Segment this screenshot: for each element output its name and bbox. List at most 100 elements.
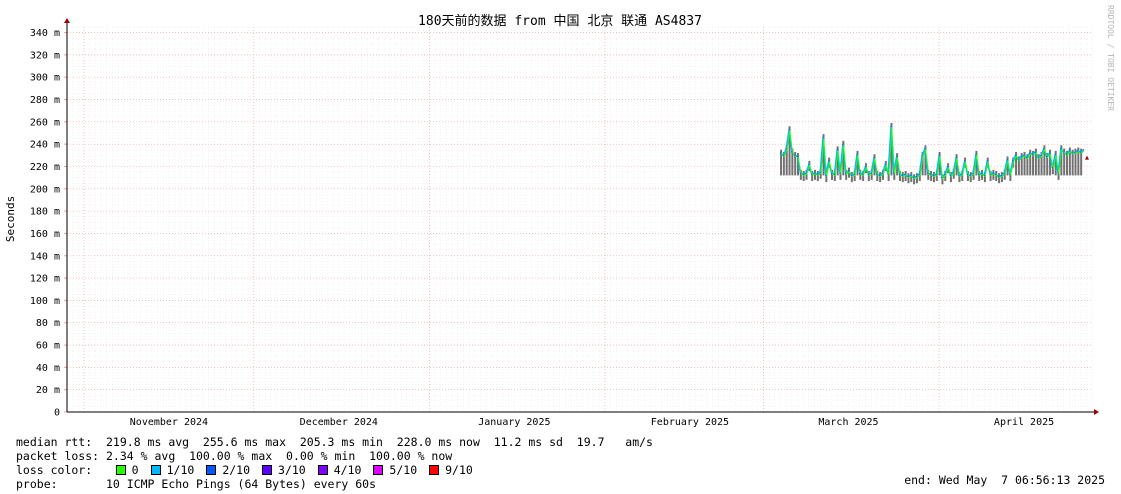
rtt-point — [796, 155, 799, 158]
rtt-point — [1043, 148, 1045, 150]
rtt-point — [1034, 151, 1036, 153]
rtt-point — [1009, 173, 1011, 175]
rtt-point — [845, 172, 847, 174]
rtt-point — [910, 174, 912, 177]
rtt-smoke-bar — [913, 174, 916, 185]
x-tick-label: April 2025 — [994, 417, 1054, 428]
rtt-point — [828, 160, 830, 162]
probe-text: probe: 10 ICMP Echo Pings (64 Bytes) eve… — [16, 477, 377, 491]
rtt-point — [816, 173, 818, 175]
y-axis-ticks: 0 20 m 40 m 60 m 80 m 100 m 120 m 140 m 160 m 180… — [30, 28, 67, 419]
rtt-point — [1048, 152, 1051, 154]
rtt-point — [963, 160, 966, 162]
rtt-point — [870, 172, 872, 174]
rtt-point — [893, 172, 895, 174]
loss-color-label-text: 5/10 — [389, 463, 418, 477]
chart-title: 180天前的数据 from 中国 北京 联通 AS4837 — [418, 13, 702, 29]
y-tick-label: 20 m — [36, 385, 60, 396]
rtt-point — [1012, 160, 1014, 162]
y-tick-label: 200 m — [30, 184, 60, 195]
rtt-point — [975, 153, 977, 155]
y-tick-label: 40 m — [36, 363, 60, 374]
y-tick-label: 100 m — [30, 296, 60, 307]
rtt-point — [853, 173, 855, 175]
x-tick-label: March 2025 — [818, 417, 878, 428]
rtt-point — [1060, 148, 1062, 150]
rtt-point — [944, 173, 946, 175]
rtt-point — [1063, 151, 1065, 153]
rtt-point — [867, 173, 869, 175]
rtt-point — [819, 171, 821, 173]
rtt-smoke-bar — [932, 172, 935, 183]
rtt-point — [961, 173, 963, 175]
rtt-point — [952, 171, 954, 173]
rtt-point — [881, 172, 884, 174]
y-tick-label: 240 m — [30, 140, 60, 151]
rtt-point — [1082, 149, 1085, 151]
rtt-point — [972, 172, 974, 174]
rtt-point — [850, 174, 852, 177]
rtt-point — [876, 173, 878, 175]
rtt-point — [856, 153, 858, 155]
rtt-point — [1068, 150, 1070, 152]
rtt-point — [794, 154, 796, 156]
x-tick-label: February 2025 — [651, 417, 729, 428]
rtt-smoke-bar — [998, 173, 1001, 184]
rtt-smoke-bar — [879, 172, 882, 183]
rtt-point — [966, 173, 969, 175]
rtt-point — [884, 163, 886, 165]
y-tick-label: 220 m — [30, 162, 60, 173]
rtt-point — [847, 170, 850, 172]
rtt-point — [785, 148, 787, 150]
probe-info: probe: 10 ICMP Echo Pings (64 Bytes) eve… — [16, 473, 376, 491]
rtt-point — [879, 174, 881, 177]
rtt-point — [904, 173, 906, 175]
rtt-point — [997, 175, 1000, 178]
rtt-point — [924, 148, 926, 150]
loss-color-item: 5/10 — [373, 463, 417, 477]
watermark: RRDTOOL / TOBI OETIKER — [1106, 5, 1115, 111]
rtt-point — [873, 156, 875, 159]
rtt-point — [1023, 154, 1025, 156]
x-tick-label: November 2024 — [130, 417, 208, 428]
rtt-smoke-bar — [907, 173, 910, 184]
rtt-point — [1031, 153, 1034, 155]
rtt-point — [969, 174, 971, 177]
rtt-point — [1077, 150, 1079, 152]
rtt-point — [1014, 154, 1017, 156]
y-tick-label: 300 m — [30, 73, 60, 84]
rtt-point — [822, 136, 824, 139]
rtt-point — [915, 175, 918, 178]
rtt-point — [935, 173, 937, 175]
rtt-point — [995, 173, 997, 175]
rtt-point — [1057, 172, 1059, 174]
y-tick-label: 320 m — [30, 50, 60, 61]
rtt-point — [913, 177, 915, 179]
smokeping-chart: 180天前的数据 from 中国 北京 联通 AS4837 RRDTOOL / … — [4, 5, 1115, 428]
rtt-point — [799, 172, 801, 174]
rtt-point — [1026, 156, 1028, 159]
rtt-point — [1020, 155, 1022, 158]
rtt-point — [955, 156, 957, 159]
rtt-point — [927, 172, 929, 174]
rtt-point — [1003, 172, 1005, 174]
rtt-point — [921, 154, 923, 156]
loss-color-item: 9/10 — [429, 463, 473, 477]
rtt-point — [946, 165, 949, 168]
rtt-smoke-bar — [802, 170, 805, 181]
rtt-point — [986, 160, 988, 162]
major-grid — [67, 27, 1092, 413]
rtt-point — [1000, 174, 1002, 177]
rtt-point — [1071, 152, 1073, 154]
minor-grid — [66, 26, 1093, 413]
rtt-point — [1006, 159, 1008, 161]
rtt-point — [1051, 167, 1053, 169]
rtt-point — [788, 129, 790, 131]
rtt-point — [802, 173, 804, 175]
rtt-point — [992, 172, 994, 174]
rtt-point — [791, 151, 793, 153]
rtt-point — [1054, 153, 1056, 155]
rtt-point — [836, 149, 838, 151]
y-tick-label: 180 m — [30, 207, 60, 218]
rtt-point — [949, 174, 952, 177]
